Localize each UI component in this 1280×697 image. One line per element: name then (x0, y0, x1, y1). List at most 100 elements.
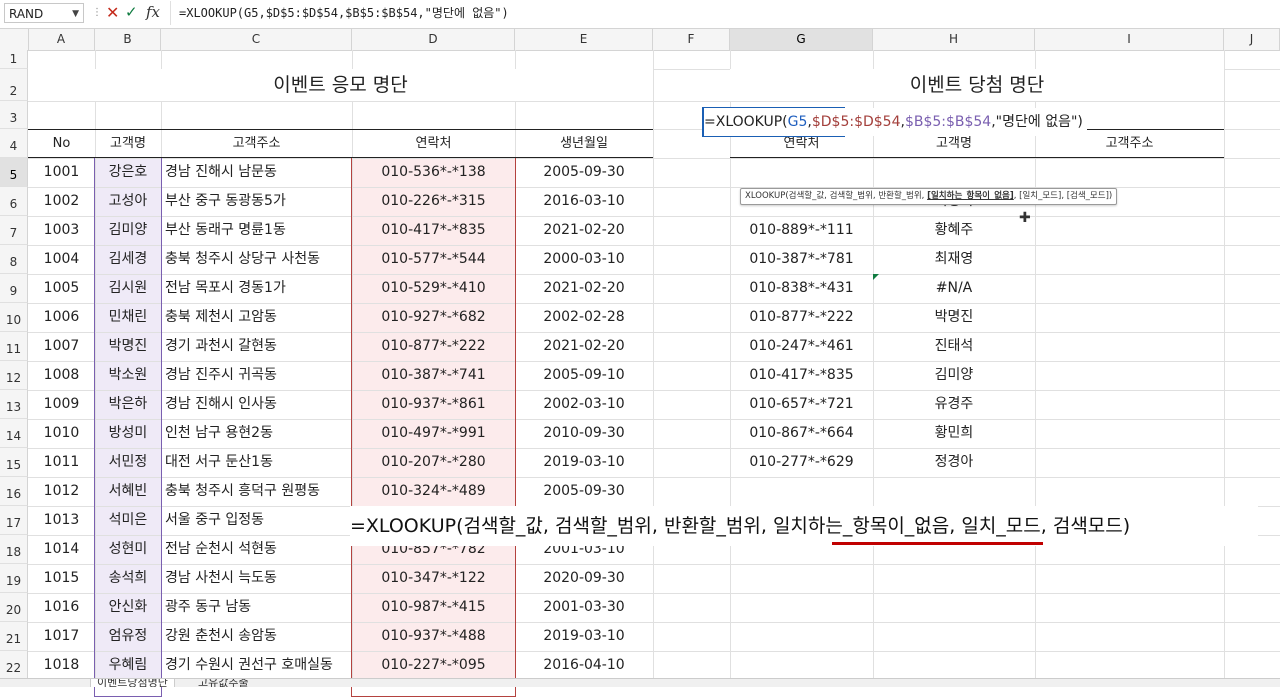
cell-address[interactable]: 충북 청주시 상당구 사천동 (165, 245, 352, 274)
cell-name[interactable]: 방성미 (95, 419, 161, 448)
cell-address[interactable]: 인천 남구 용현2동 (165, 419, 352, 448)
tooltip-current-argument[interactable]: [일치하는_항목이_없음] (927, 191, 1014, 201)
cell-address[interactable]: 전남 순천시 석현동 (165, 535, 352, 564)
cell-contact[interactable]: 010-877*-*222 (730, 303, 873, 332)
cell-name[interactable]: 서혜빈 (95, 477, 161, 506)
cell-contact[interactable]: 010-657*-*721 (730, 390, 873, 419)
column-header-j[interactable]: J (1224, 29, 1280, 50)
column-header-i[interactable]: I (1035, 29, 1224, 50)
cell-name[interactable]: 김미양 (95, 216, 161, 245)
cell-name[interactable]: 민채린 (95, 303, 161, 332)
cell-no[interactable]: 1005 (28, 274, 95, 303)
cell-contact[interactable]: 010-277*-*629 (730, 448, 873, 477)
row-header[interactable]: 5 (0, 158, 28, 187)
cell-contact[interactable]: 010-838*-*431 (730, 274, 873, 303)
cell-no[interactable]: 1014 (28, 535, 95, 564)
cell-name[interactable]: 박은하 (95, 390, 161, 419)
cell-contact[interactable]: 010-226*-*315 (352, 187, 515, 216)
row-header[interactable]: 1 (0, 50, 28, 69)
cell-birthdate[interactable]: 2002-03-10 (515, 390, 653, 419)
row-header[interactable]: 6 (0, 187, 28, 216)
cell-no[interactable]: 1017 (28, 622, 95, 651)
cell-contact[interactable]: 010-927*-*682 (352, 303, 515, 332)
cell-name[interactable]: 석미은 (95, 506, 161, 535)
cell-birthdate[interactable]: 2016-03-10 (515, 187, 653, 216)
cell-birthdate[interactable]: 2005-09-30 (515, 158, 653, 187)
cell-address[interactable]: 경남 진해시 남문동 (165, 158, 352, 187)
row-header[interactable]: 3 (0, 101, 28, 129)
cell-birthdate[interactable]: 2000-03-10 (515, 245, 653, 274)
cell-address[interactable]: 대전 서구 둔산1동 (165, 448, 352, 477)
cell-name[interactable]: 송석희 (95, 564, 161, 593)
row-header[interactable]: 21 (0, 622, 28, 651)
row-header[interactable]: 7 (0, 216, 28, 245)
row-header[interactable]: 15 (0, 448, 28, 477)
cell-name[interactable]: 황민희 (873, 419, 1035, 448)
cell-contact[interactable]: 010-417*-*835 (730, 361, 873, 390)
row-header[interactable]: 18 (0, 535, 28, 564)
chevron-down-icon[interactable]: ▼ (72, 4, 79, 24)
column-header-a[interactable]: A (28, 29, 95, 50)
cell-address[interactable]: 경기 수원시 권선구 호매실동 (165, 651, 352, 680)
row-header[interactable]: 4 (0, 129, 28, 158)
row-header[interactable]: 11 (0, 332, 28, 361)
row-header[interactable]: 16 (0, 477, 28, 506)
cell-contact[interactable]: 010-227*-*095 (352, 651, 515, 680)
insert-function-icon[interactable]: fx (146, 3, 160, 21)
cell-no[interactable]: 1010 (28, 419, 95, 448)
cell-birthdate[interactable]: 2020-09-30 (515, 564, 653, 593)
cell-birthdate[interactable]: 2021-02-20 (515, 332, 653, 361)
cell-name[interactable]: #N/A (873, 274, 1035, 303)
worksheet-grid[interactable]: 이벤트 응모 명단 이벤트 당첨 명단 No 고객명 고객주소 연락처 생년월일… (28, 50, 1280, 697)
cell-address[interactable]: 광주 동구 남동 (165, 593, 352, 622)
cell-no[interactable]: 1015 (28, 564, 95, 593)
cell-no[interactable]: 1006 (28, 303, 95, 332)
cell-no[interactable]: 1003 (28, 216, 95, 245)
cell-birthdate[interactable]: 2021-02-20 (515, 274, 653, 303)
cell-name[interactable]: 박명진 (873, 303, 1035, 332)
cell-contact[interactable]: 010-937*-*488 (352, 622, 515, 651)
cell-name[interactable]: 진태석 (873, 332, 1035, 361)
function-tooltip[interactable]: XLOOKUP(검색할_값, 검색할_범위, 반환할_범위, [일치하는_항목이… (740, 188, 1118, 205)
cell-name[interactable]: 정경아 (873, 448, 1035, 477)
cell-birthdate[interactable]: 2016-04-10 (515, 651, 653, 680)
cell-name[interactable]: 박소원 (95, 361, 161, 390)
cell-no[interactable]: 1009 (28, 390, 95, 419)
cell-contact[interactable]: 010-529*-*410 (352, 274, 515, 303)
cell-contact[interactable]: 010-497*-*991 (352, 419, 515, 448)
cell-contact[interactable]: 010-987*-*415 (352, 593, 515, 622)
cell-contact[interactable]: 010-937*-*861 (352, 390, 515, 419)
cell-edit-formula[interactable]: =XLOOKUP(G5,$D$5:$D$54,$B$5:$B$54,"명단에 없… (704, 108, 1087, 136)
cell-name[interactable]: 엄유정 (95, 622, 161, 651)
cell-name[interactable]: 서민정 (95, 448, 161, 477)
cell-contact[interactable]: 010-867*-*664 (730, 419, 873, 448)
cell-address[interactable]: 전남 목포시 경동1가 (165, 274, 352, 303)
cell-contact[interactable]: 010-877*-*222 (352, 332, 515, 361)
cell-name[interactable]: 김미양 (873, 361, 1035, 390)
cell-name[interactable]: 유경주 (873, 390, 1035, 419)
cell-contact[interactable]: 010-536*-*138 (352, 158, 515, 187)
cell-no[interactable]: 1004 (28, 245, 95, 274)
cell-birthdate[interactable]: 2021-02-20 (515, 216, 653, 245)
cell-name[interactable]: 김시원 (95, 274, 161, 303)
cell-contact[interactable]: 010-417*-*835 (352, 216, 515, 245)
cell-birthdate[interactable]: 2010-09-30 (515, 419, 653, 448)
row-header[interactable]: 20 (0, 593, 28, 622)
cell-birthdate[interactable]: 2019-03-10 (515, 622, 653, 651)
select-all-corner[interactable] (0, 29, 29, 50)
cell-no[interactable]: 1002 (28, 187, 95, 216)
cell-name[interactable]: 성현미 (95, 535, 161, 564)
row-header[interactable]: 9 (0, 274, 28, 303)
error-indicator-icon[interactable] (873, 274, 879, 280)
cell-name[interactable]: 박명진 (95, 332, 161, 361)
cell-name[interactable]: 황혜주 (873, 216, 1035, 245)
cell-no[interactable]: 1001 (28, 158, 95, 187)
row-header[interactable]: 22 (0, 651, 28, 680)
cell-address[interactable]: 경남 진주시 귀곡동 (165, 361, 352, 390)
column-header-h[interactable]: H (873, 29, 1035, 50)
cell-address[interactable]: 경기 과천시 갈현동 (165, 332, 352, 361)
cancel-icon[interactable]: ✕ (106, 3, 119, 22)
row-header[interactable]: 2 (0, 69, 28, 101)
row-header[interactable]: 17 (0, 506, 28, 535)
cell-address[interactable]: 충북 청주시 흥덕구 원평동 (165, 477, 352, 506)
